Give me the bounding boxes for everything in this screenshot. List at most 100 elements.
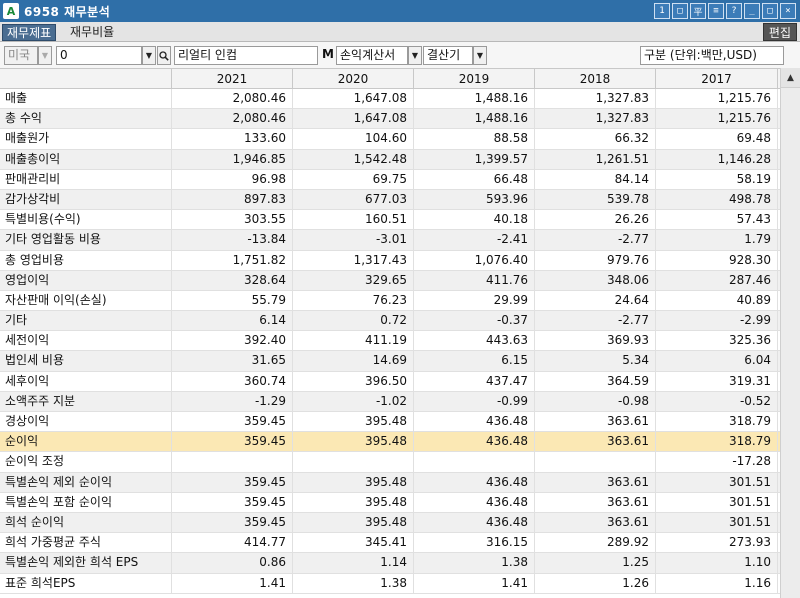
table-row[interactable]: 순이익 조정 -17.28 xyxy=(0,452,780,473)
year-header[interactable]: 2018 xyxy=(535,69,656,88)
table-row[interactable]: 기타 영업활동 비용 -13.84 -3.01 -2.41 -2.77 1.79 xyxy=(0,230,780,251)
value-cell: 66.32 xyxy=(535,129,656,149)
value-cell: 5.34 xyxy=(535,351,656,371)
row-label: 특별손익 제외한 희석 EPS xyxy=(0,553,172,573)
table-row[interactable]: 총 수익 2,080.46 1,647.08 1,488.16 1,327.83 1,21… xyxy=(0,109,780,130)
value-cell: 436.48 xyxy=(414,512,535,533)
vertical-scrollbar[interactable]: ▲ xyxy=(780,68,800,598)
table-row[interactable]: 자산판매 이익(손실) 55.79 76.23 29.99 24.64 40.89 xyxy=(0,290,780,312)
value-cell: -0.37 xyxy=(414,311,535,331)
value-cell: 1.10 xyxy=(656,553,778,573)
table-row[interactable]: 매출원가 133.60 104.60 88.58 66.32 69.48 xyxy=(0,129,780,150)
row-label: 순이익 조정 xyxy=(0,452,172,472)
table-row[interactable]: 세전이익 392.40 411.19 443.63 369.93 325.36 xyxy=(0,331,780,352)
settings-menu-icon[interactable]: ≡ xyxy=(708,3,724,19)
row-label: 순이익 xyxy=(0,432,172,452)
table-row[interactable]: 법인세 비용 31.65 14.69 6.15 5.34 6.04 xyxy=(0,351,780,372)
value-cell: 498.78 xyxy=(656,189,778,210)
app-logo-icon: A xyxy=(3,3,19,19)
scroll-up-icon[interactable]: ▲ xyxy=(781,68,800,88)
row-label: 경상이익 xyxy=(0,412,172,432)
year-header[interactable]: 2021 xyxy=(172,69,293,88)
value-cell: 0.86 xyxy=(172,553,293,573)
value-cell: -0.98 xyxy=(535,391,656,411)
table-row[interactable]: 특별손익 제외 순이익 359.45 395.48 436.48 363.61 301.5… xyxy=(0,472,780,493)
value-cell: 1.41 xyxy=(414,573,535,593)
value-cell: 1,946.85 xyxy=(172,149,293,169)
year-header[interactable]: 2017 xyxy=(656,69,778,88)
period-select[interactable]: 결산기 xyxy=(423,46,473,65)
table-row[interactable]: 특별손익 포함 순이익 359.45 395.48 436.48 363.61 301.5… xyxy=(0,492,780,513)
table-row[interactable]: 매출 2,080.46 1,647.08 1,488.16 1,327.83 1,215.… xyxy=(0,89,780,110)
value-cell xyxy=(414,452,535,472)
value-cell: -0.52 xyxy=(656,391,778,411)
value-cell: 1,317.43 xyxy=(293,250,414,270)
code-dropdown-icon[interactable]: ▼ xyxy=(142,46,156,65)
help-icon[interactable]: ? xyxy=(726,3,742,19)
search-icon[interactable] xyxy=(157,46,171,65)
value-cell: 436.48 xyxy=(414,432,535,452)
value-cell: 1,488.16 xyxy=(414,109,535,129)
value-cell: 411.19 xyxy=(293,331,414,351)
table-row[interactable]: 순이익 359.45 395.48 436.48 363.61 318.79 xyxy=(0,432,780,453)
value-cell: 436.48 xyxy=(414,472,535,492)
value-cell: 31.65 xyxy=(172,351,293,371)
value-cell: 40.89 xyxy=(656,290,778,311)
value-cell: 57.43 xyxy=(656,210,778,230)
value-cell: 359.45 xyxy=(172,492,293,512)
value-cell: 437.47 xyxy=(414,371,535,391)
copy-window-icon[interactable]: □ xyxy=(672,3,688,19)
value-cell: -0.99 xyxy=(414,391,535,411)
period-dropdown-icon[interactable]: ▼ xyxy=(473,46,487,65)
statement-select[interactable]: 손익계산서 xyxy=(336,46,408,65)
value-cell: 325.36 xyxy=(656,331,778,351)
value-cell: 443.63 xyxy=(414,331,535,351)
minimize-icon[interactable]: _ xyxy=(744,3,760,19)
maximize-icon[interactable]: □ xyxy=(762,3,778,19)
table-row[interactable]: 매출총이익 1,946.85 1,542.48 1,399.57 1,261.51 1,1… xyxy=(0,149,780,170)
table-row[interactable]: 기타 6.14 0.72 -0.37 -2.77 -2.99 xyxy=(0,311,780,332)
value-cell: 289.92 xyxy=(535,533,656,553)
pin-icon[interactable]: 平 xyxy=(690,3,706,19)
country-select[interactable]: 미국 xyxy=(4,46,38,65)
table-row[interactable]: 표준 희석EPS 1.41 1.38 1.41 1.26 1.16 xyxy=(0,573,780,594)
value-cell: 301.51 xyxy=(656,492,778,512)
value-cell: 392.40 xyxy=(172,331,293,351)
unit-label: 구분 (단위:백만,USD) xyxy=(640,46,784,65)
tab-financial-ratios[interactable]: 재무비율 xyxy=(66,24,118,41)
table-row[interactable]: 희석 가중평균 주식 414.77 345.41 316.15 289.92 273.93 xyxy=(0,533,780,554)
value-cell: 359.45 xyxy=(172,412,293,432)
table-row[interactable]: 특별손익 제외한 희석 EPS 0.86 1.14 1.38 1.25 1.10 xyxy=(0,553,780,574)
row-label: 매출원가 xyxy=(0,129,172,149)
value-cell: 979.76 xyxy=(535,250,656,270)
value-cell: 395.48 xyxy=(293,512,414,533)
table-row[interactable]: 세후이익 360.74 396.50 437.47 364.59 319.31 xyxy=(0,371,780,392)
value-cell: 593.96 xyxy=(414,189,535,210)
table-row[interactable]: 판매관리비 96.98 69.75 66.48 84.14 58.19 xyxy=(0,169,780,190)
country-dropdown-icon[interactable]: ▼ xyxy=(38,46,52,65)
value-cell: 1.14 xyxy=(293,553,414,573)
value-cell: 436.48 xyxy=(414,492,535,512)
value-cell: 436.48 xyxy=(414,412,535,432)
stock-code-input[interactable]: 0 xyxy=(56,46,142,65)
table-row[interactable]: 감가상각비 897.83 677.03 593.96 539.78 498.78 xyxy=(0,189,780,211)
table-row[interactable]: 소액주주 지분 -1.29 -1.02 -0.99 -0.98 -0.52 xyxy=(0,391,780,412)
year-header[interactable]: 2020 xyxy=(293,69,414,88)
value-cell: 6.15 xyxy=(414,351,535,371)
link-number-button[interactable]: 1 xyxy=(654,3,670,19)
value-cell: -1.02 xyxy=(293,391,414,411)
value-cell: 395.48 xyxy=(293,412,414,432)
tab-financial-statements[interactable]: 재무제표 xyxy=(2,24,57,41)
table-row[interactable]: 영업이익 328.64 329.65 411.76 348.06 287.46 xyxy=(0,270,780,291)
statement-dropdown-icon[interactable]: ▼ xyxy=(408,46,422,65)
table-row[interactable]: 경상이익 359.45 395.48 436.48 363.61 318.79 xyxy=(0,412,780,433)
table-row[interactable]: 총 영업비용 1,751.82 1,317.43 1,076.40 979.76 928.… xyxy=(0,250,780,271)
year-header[interactable]: 2019 xyxy=(414,69,535,88)
close-icon[interactable]: × xyxy=(780,3,796,19)
table-row[interactable]: 희석 순이익 359.45 395.48 436.48 363.61 301.51 xyxy=(0,512,780,534)
value-cell: -2.99 xyxy=(656,311,778,331)
header-label-column xyxy=(0,69,172,88)
table-row[interactable]: 특별비용(수익) 303.55 160.51 40.18 26.26 57.43 xyxy=(0,210,780,231)
row-label: 법인세 비용 xyxy=(0,351,172,371)
edit-button[interactable]: 편집 xyxy=(762,23,797,41)
